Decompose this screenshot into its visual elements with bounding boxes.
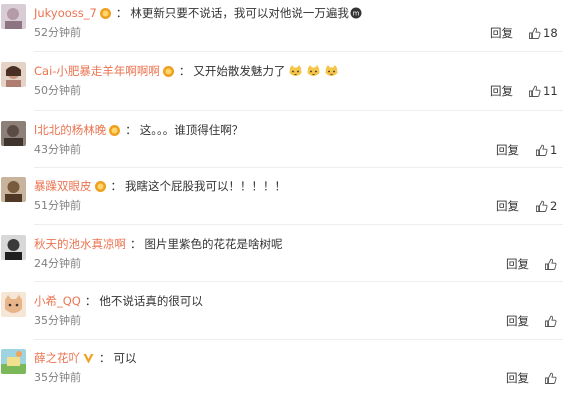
- thumbs-up-icon: [545, 315, 557, 327]
- avatar[interactable]: [1, 235, 26, 260]
- comment-time: 52分钟前: [34, 26, 81, 39]
- avatar[interactable]: [1, 62, 26, 87]
- divider: [34, 339, 563, 340]
- divider: [34, 167, 563, 168]
- cat-face-emoji: [306, 64, 321, 79]
- avatar[interactable]: [1, 121, 26, 146]
- comment-text: 他不说话真的很可以: [99, 294, 203, 308]
- medal-icon: [162, 65, 175, 78]
- comment-text: 林更新只要不说话，我可以对他说一万遍我: [130, 6, 349, 20]
- username[interactable]: Cai-小肥暴走羊年啊啊啊: [34, 62, 160, 80]
- avatar[interactable]: [1, 177, 26, 202]
- reply-button[interactable]: 回复: [490, 26, 513, 40]
- separator: ：: [99, 351, 111, 365]
- reply-button[interactable]: 回复: [490, 84, 513, 98]
- like-button[interactable]: 2: [535, 198, 557, 214]
- username[interactable]: l北北的杨林晚: [34, 121, 106, 139]
- like-count: 1: [550, 143, 558, 157]
- separator: ：: [115, 6, 128, 20]
- comment-text: 又开始散发魅力了: [193, 64, 286, 78]
- avatar[interactable]: [1, 292, 26, 317]
- medal-icon: [99, 7, 112, 20]
- comment-time: 35分钟前: [34, 371, 81, 384]
- divider: [34, 281, 563, 282]
- comment-time: 35分钟前: [34, 314, 81, 327]
- divider: [34, 110, 563, 111]
- thumbs-up-icon: [529, 27, 541, 39]
- reply-button[interactable]: 回复: [506, 371, 529, 385]
- comment-time: 50分钟前: [34, 84, 81, 97]
- comment-time: 24分钟前: [34, 257, 81, 270]
- avatar[interactable]: [1, 4, 26, 29]
- like-button[interactable]: 1: [535, 142, 557, 158]
- username[interactable]: 薛之花吖: [34, 349, 80, 367]
- reply-button[interactable]: 回复: [506, 257, 529, 271]
- username[interactable]: Jukyooss_7: [34, 4, 97, 22]
- like-button[interactable]: [544, 313, 557, 329]
- like-button[interactable]: [544, 370, 557, 386]
- like-button[interactable]: 11: [528, 83, 558, 99]
- like-count: 11: [543, 84, 558, 98]
- avatar[interactable]: [1, 349, 26, 374]
- username[interactable]: 小希_QQ: [34, 292, 81, 310]
- comment-text: 图片里紫色的花花是啥树呢: [144, 237, 283, 251]
- divider: [34, 224, 563, 225]
- separator: ：: [130, 237, 142, 251]
- fan-icon: m: [350, 7, 362, 19]
- reply-button[interactable]: 回复: [496, 143, 519, 157]
- separator: ：: [84, 294, 97, 308]
- reply-button[interactable]: 回复: [496, 199, 519, 213]
- separator: ：: [110, 179, 123, 193]
- username[interactable]: 暴躁双眼皮: [34, 177, 92, 195]
- like-count: 2: [550, 199, 558, 213]
- comment-text: 我瞎这个屁股我可以！！！！！: [125, 179, 286, 193]
- username[interactable]: 秋天的池水真凉啊: [34, 235, 126, 253]
- separator: ：: [178, 64, 191, 78]
- thumbs-up-icon: [545, 372, 557, 384]
- thumbs-up-icon: [536, 144, 548, 156]
- like-button[interactable]: [544, 256, 557, 272]
- like-button[interactable]: 18: [528, 25, 558, 41]
- medal-icon: [94, 180, 107, 193]
- comment-time: 51分钟前: [34, 199, 81, 212]
- thumbs-up-icon: [529, 85, 541, 97]
- cat-face-emoji: [324, 64, 339, 79]
- like-count: 18: [543, 26, 558, 40]
- divider: [34, 51, 563, 52]
- thumbs-up-icon: [545, 258, 557, 270]
- medal-icon: [108, 124, 121, 137]
- comment-time: 43分钟前: [34, 143, 81, 156]
- separator: ：: [125, 123, 137, 137]
- reply-button[interactable]: 回复: [506, 314, 529, 328]
- comment-text: 这。。。谁顶得住啊？: [139, 123, 244, 137]
- svg-text:m: m: [352, 10, 359, 18]
- cat-face-emoji: [288, 64, 303, 79]
- verified-icon: [82, 352, 95, 365]
- thumbs-up-icon: [536, 200, 548, 212]
- comment-text: 可以: [113, 351, 137, 365]
